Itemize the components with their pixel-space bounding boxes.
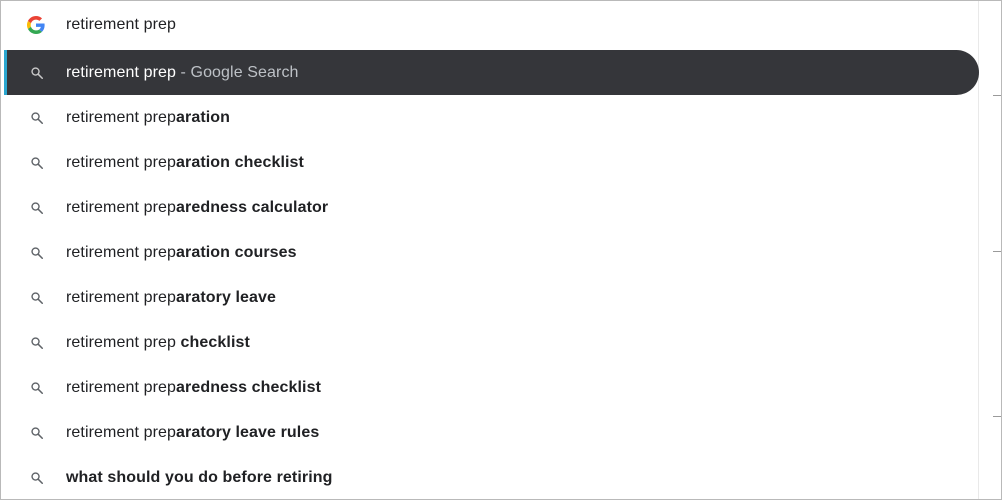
suggestion-query: retirement prep xyxy=(66,63,176,81)
strip-divider xyxy=(993,251,1001,252)
suggestion-text: retirement preparatory leave rules xyxy=(66,423,320,441)
google-g-icon xyxy=(27,16,45,34)
search-icon xyxy=(31,291,44,304)
page-edge-strip xyxy=(978,1,1001,499)
suggestion-item[interactable]: retirement preparatory leave rules xyxy=(1,410,981,455)
suggestion-suffix: - Google Search xyxy=(176,63,299,81)
strip-divider xyxy=(993,416,1001,417)
search-icon xyxy=(31,471,44,484)
suggestion-text: retirement preparation xyxy=(66,108,231,126)
suggestion-text: what should you do before retiring xyxy=(66,468,333,486)
search-icon xyxy=(31,381,44,394)
suggestion-item[interactable]: retirement preparation courses xyxy=(1,230,981,275)
suggestion-item[interactable]: retirement preparatory leave xyxy=(1,275,981,320)
search-icon xyxy=(31,111,44,124)
suggestion-text: retirement preparation checklist xyxy=(66,153,304,171)
autocomplete-dropdown: retirement prep retirement prep - Google… xyxy=(0,0,1002,500)
suggestion-item[interactable]: retirement prep checklist xyxy=(1,320,981,365)
omnibox[interactable]: retirement prep xyxy=(1,1,981,49)
omnibox-text[interactable]: retirement prep xyxy=(66,16,176,34)
suggestion-item[interactable]: what should you do before retiring xyxy=(1,455,981,499)
strip-divider xyxy=(993,95,1001,96)
suggestion-item[interactable]: retirement preparedness checklist xyxy=(1,365,981,410)
suggestion-text: retirement preparatory leave xyxy=(66,288,277,306)
search-icon xyxy=(31,156,44,169)
search-icon xyxy=(31,66,44,79)
suggestion-item[interactable]: retirement preparedness calculator xyxy=(1,185,981,230)
search-icon xyxy=(31,426,44,439)
suggestion-text: retirement preparation courses xyxy=(66,243,297,261)
suggestion-text: retirement prep checklist xyxy=(66,333,250,351)
suggestion-text: retirement prep - Google Search xyxy=(66,64,299,82)
suggestion-item[interactable]: retirement preparation xyxy=(1,95,981,140)
suggestion-text: retirement preparedness calculator xyxy=(66,198,329,216)
suggestion-google-search[interactable]: retirement prep - Google Search xyxy=(4,50,979,95)
suggestion-item[interactable]: retirement preparation checklist xyxy=(1,140,981,185)
search-icon xyxy=(31,201,44,214)
selection-indicator xyxy=(4,50,7,95)
search-icon xyxy=(31,246,44,259)
search-icon xyxy=(31,336,44,349)
suggestion-text: retirement preparedness checklist xyxy=(66,378,321,396)
